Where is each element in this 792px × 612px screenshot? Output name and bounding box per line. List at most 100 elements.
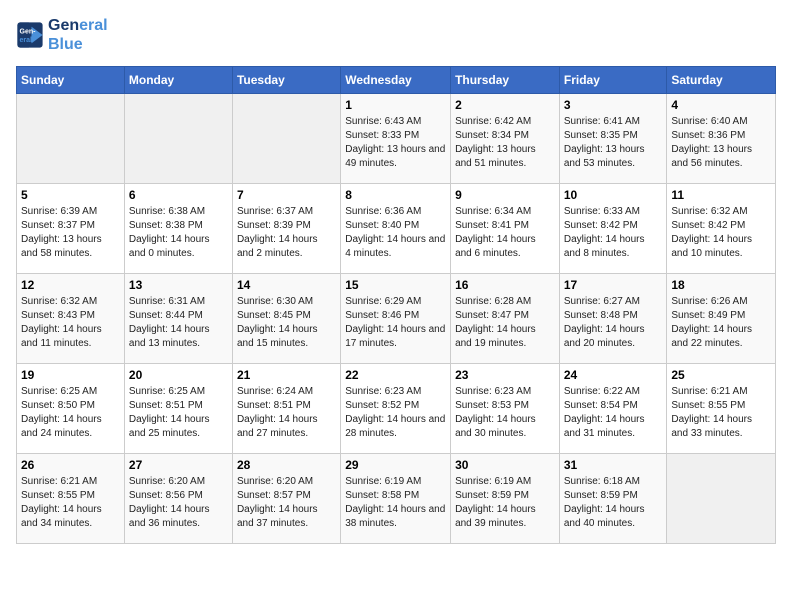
- day-info: Sunrise: 6:39 AM Sunset: 8:37 PM Dayligh…: [21, 205, 120, 261]
- day-info: Sunrise: 6:41 AM Sunset: 8:35 PM Dayligh…: [564, 115, 663, 171]
- day-info: Sunrise: 6:34 AM Sunset: 8:41 PM Dayligh…: [455, 205, 555, 261]
- day-number: 26: [21, 458, 120, 472]
- header-day-saturday: Saturday: [667, 67, 776, 94]
- calendar-cell: [124, 94, 232, 184]
- calendar-cell: 28 Sunrise: 6:20 AM Sunset: 8:57 PM Dayli…: [232, 454, 340, 544]
- calendar-cell: 22 Sunrise: 6:23 AM Sunset: 8:52 PM Dayli…: [341, 364, 451, 454]
- day-info: Sunrise: 6:20 AM Sunset: 8:57 PM Dayligh…: [237, 475, 336, 531]
- day-number: 3: [564, 98, 663, 112]
- header-day-monday: Monday: [124, 67, 232, 94]
- day-info: Sunrise: 6:20 AM Sunset: 8:56 PM Dayligh…: [129, 475, 228, 531]
- day-number: 12: [21, 278, 120, 292]
- day-info: Sunrise: 6:25 AM Sunset: 8:50 PM Dayligh…: [21, 385, 120, 441]
- day-info: Sunrise: 6:38 AM Sunset: 8:38 PM Dayligh…: [129, 205, 228, 261]
- logo-text-line2: Blue: [48, 35, 108, 54]
- calendar-cell: 20 Sunrise: 6:25 AM Sunset: 8:51 PM Dayli…: [124, 364, 232, 454]
- day-number: 9: [455, 188, 555, 202]
- day-info: Sunrise: 6:32 AM Sunset: 8:42 PM Dayligh…: [671, 205, 771, 261]
- calendar-cell: 26 Sunrise: 6:21 AM Sunset: 8:55 PM Dayli…: [17, 454, 125, 544]
- day-number: 2: [455, 98, 555, 112]
- logo-text-line1: General: [48, 16, 108, 35]
- calendar-cell: 1Sunrise: 6:43 AM Sunset: 8:33 PM Daylig…: [341, 94, 451, 184]
- week-row-4: 19 Sunrise: 6:25 AM Sunset: 8:50 PM Dayli…: [17, 364, 776, 454]
- calendar-cell: 10Sunrise: 6:33 AM Sunset: 8:42 PM Dayli…: [559, 184, 667, 274]
- day-number: 11: [671, 188, 771, 202]
- day-info: Sunrise: 6:23 AM Sunset: 8:52 PM Dayligh…: [345, 385, 446, 441]
- day-number: 21: [237, 368, 336, 382]
- calendar-cell: 3 Sunrise: 6:41 AM Sunset: 8:35 PM Daylig…: [559, 94, 667, 184]
- day-info: Sunrise: 6:40 AM Sunset: 8:36 PM Dayligh…: [671, 115, 771, 171]
- calendar-cell: 27 Sunrise: 6:20 AM Sunset: 8:56 PM Dayli…: [124, 454, 232, 544]
- calendar-cell: 24 Sunrise: 6:22 AM Sunset: 8:54 PM Dayli…: [559, 364, 667, 454]
- calendar-cell: 5 Sunrise: 6:39 AM Sunset: 8:37 PM Daylig…: [17, 184, 125, 274]
- day-number: 27: [129, 458, 228, 472]
- day-number: 30: [455, 458, 555, 472]
- day-number: 17: [564, 278, 663, 292]
- day-number: 10: [564, 188, 663, 202]
- header-day-sunday: Sunday: [17, 67, 125, 94]
- day-number: 16: [455, 278, 555, 292]
- day-info: Sunrise: 6:22 AM Sunset: 8:54 PM Dayligh…: [564, 385, 663, 441]
- calendar-cell: [17, 94, 125, 184]
- calendar-cell: [232, 94, 340, 184]
- calendar-cell: 18Sunrise: 6:26 AM Sunset: 8:49 PM Dayli…: [667, 274, 776, 364]
- day-info: Sunrise: 6:23 AM Sunset: 8:53 PM Dayligh…: [455, 385, 555, 441]
- day-number: 22: [345, 368, 446, 382]
- day-info: Sunrise: 6:27 AM Sunset: 8:48 PM Dayligh…: [564, 295, 663, 351]
- day-number: 14: [237, 278, 336, 292]
- day-number: 18: [671, 278, 771, 292]
- day-info: Sunrise: 6:31 AM Sunset: 8:44 PM Dayligh…: [129, 295, 228, 351]
- day-number: 25: [671, 368, 771, 382]
- header-day-tuesday: Tuesday: [232, 67, 340, 94]
- calendar-cell: 4 Sunrise: 6:40 AM Sunset: 8:36 PM Daylig…: [667, 94, 776, 184]
- svg-text:Gen-: Gen-: [20, 29, 37, 36]
- day-number: 8: [345, 188, 446, 202]
- day-number: 20: [129, 368, 228, 382]
- calendar-cell: 8 Sunrise: 6:36 AM Sunset: 8:40 PM Daylig…: [341, 184, 451, 274]
- calendar-cell: [667, 454, 776, 544]
- week-row-1: 1Sunrise: 6:43 AM Sunset: 8:33 PM Daylig…: [17, 94, 776, 184]
- day-number: 31: [564, 458, 663, 472]
- calendar-cell: 21 Sunrise: 6:24 AM Sunset: 8:51 PM Dayli…: [232, 364, 340, 454]
- day-info: Sunrise: 6:30 AM Sunset: 8:45 PM Dayligh…: [237, 295, 336, 351]
- calendar-cell: 13 Sunrise: 6:31 AM Sunset: 8:44 PM Dayli…: [124, 274, 232, 364]
- calendar-cell: 7Sunrise: 6:37 AM Sunset: 8:39 PM Daylig…: [232, 184, 340, 274]
- day-number: 13: [129, 278, 228, 292]
- day-number: 4: [671, 98, 771, 112]
- header-day-thursday: Thursday: [451, 67, 560, 94]
- calendar-cell: 29 Sunrise: 6:19 AM Sunset: 8:58 PM Dayli…: [341, 454, 451, 544]
- day-info: Sunrise: 6:19 AM Sunset: 8:58 PM Dayligh…: [345, 475, 446, 531]
- week-row-5: 26 Sunrise: 6:21 AM Sunset: 8:55 PM Dayli…: [17, 454, 776, 544]
- day-info: Sunrise: 6:19 AM Sunset: 8:59 PM Dayligh…: [455, 475, 555, 531]
- svg-text:eral: eral: [20, 37, 33, 44]
- day-info: Sunrise: 6:21 AM Sunset: 8:55 PM Dayligh…: [21, 475, 120, 531]
- day-info: Sunrise: 6:32 AM Sunset: 8:43 PM Dayligh…: [21, 295, 120, 351]
- calendar-table: SundayMondayTuesdayWednesdayThursdayFrid…: [16, 66, 776, 544]
- calendar-cell: 15Sunrise: 6:29 AM Sunset: 8:46 PM Dayli…: [341, 274, 451, 364]
- calendar-cell: 19 Sunrise: 6:25 AM Sunset: 8:50 PM Dayli…: [17, 364, 125, 454]
- page-header: Gen- eral General Blue: [16, 16, 776, 54]
- calendar-header-row: SundayMondayTuesdayWednesdayThursdayFrid…: [17, 67, 776, 94]
- day-number: 28: [237, 458, 336, 472]
- day-info: Sunrise: 6:28 AM Sunset: 8:47 PM Dayligh…: [455, 295, 555, 351]
- calendar-cell: 2Sunrise: 6:42 AM Sunset: 8:34 PM Daylig…: [451, 94, 560, 184]
- calendar-cell: 17 Sunrise: 6:27 AM Sunset: 8:48 PM Dayli…: [559, 274, 667, 364]
- calendar-cell: 31 Sunrise: 6:18 AM Sunset: 8:59 PM Dayli…: [559, 454, 667, 544]
- calendar-cell: 12 Sunrise: 6:32 AM Sunset: 8:43 PM Dayli…: [17, 274, 125, 364]
- header-day-friday: Friday: [559, 67, 667, 94]
- day-info: Sunrise: 6:25 AM Sunset: 8:51 PM Dayligh…: [129, 385, 228, 441]
- day-info: Sunrise: 6:36 AM Sunset: 8:40 PM Dayligh…: [345, 205, 446, 261]
- week-row-2: 5 Sunrise: 6:39 AM Sunset: 8:37 PM Daylig…: [17, 184, 776, 274]
- day-number: 5: [21, 188, 120, 202]
- day-info: Sunrise: 6:24 AM Sunset: 8:51 PM Dayligh…: [237, 385, 336, 441]
- day-number: 15: [345, 278, 446, 292]
- day-info: Sunrise: 6:18 AM Sunset: 8:59 PM Dayligh…: [564, 475, 663, 531]
- logo: Gen- eral General Blue: [16, 16, 108, 54]
- calendar-cell: 9 Sunrise: 6:34 AM Sunset: 8:41 PM Daylig…: [451, 184, 560, 274]
- day-number: 19: [21, 368, 120, 382]
- day-number: 24: [564, 368, 663, 382]
- logo-icon: Gen- eral: [16, 21, 44, 49]
- day-number: 7: [237, 188, 336, 202]
- calendar-cell: 14 Sunrise: 6:30 AM Sunset: 8:45 PM Dayli…: [232, 274, 340, 364]
- day-number: 29: [345, 458, 446, 472]
